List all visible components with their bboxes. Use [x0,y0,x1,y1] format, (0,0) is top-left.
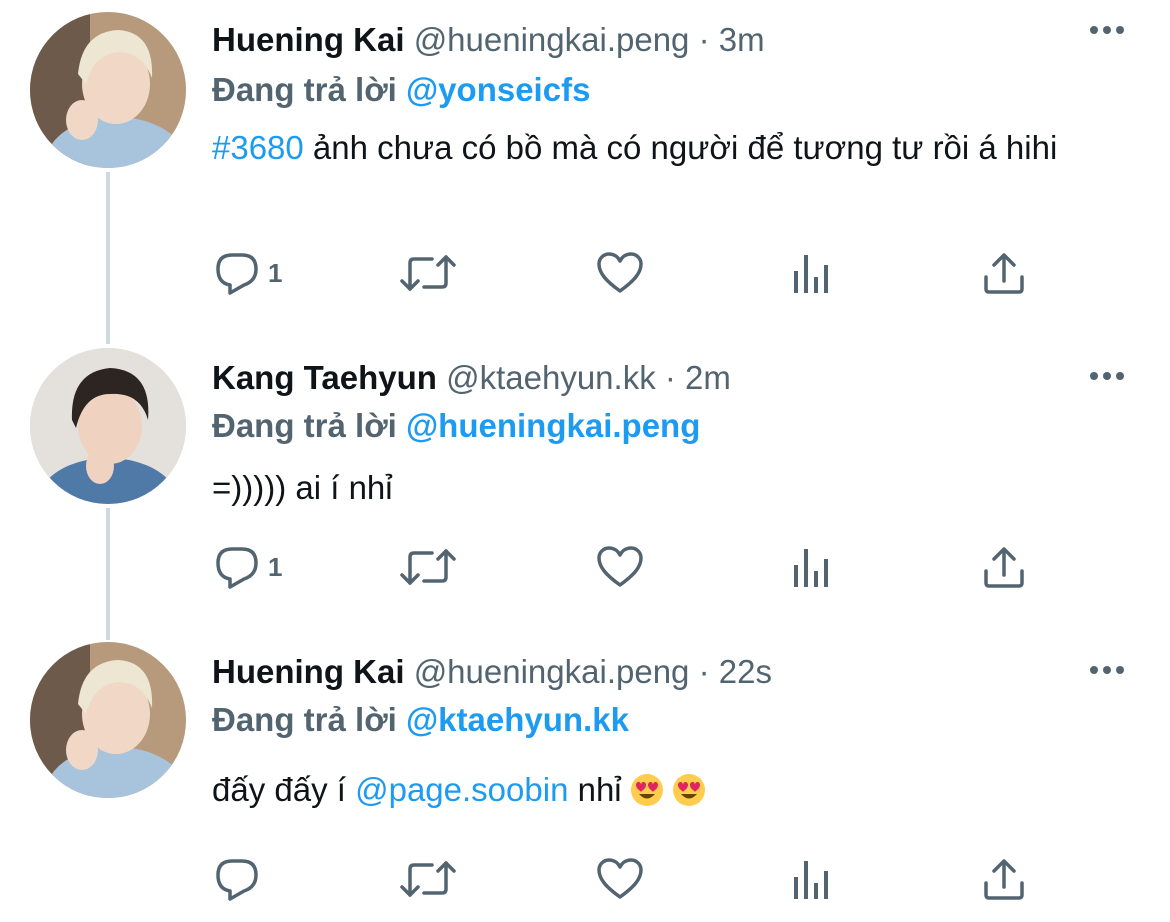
tweet-text-after: nhỉ [568,771,622,808]
display-name[interactable]: Kang Taehyun [212,359,437,396]
more-icon[interactable] [1086,660,1128,680]
share-button[interactable] [982,854,1026,904]
reply-button[interactable]: 1 [214,542,282,592]
separator-dot: · [698,21,710,58]
replying-mention[interactable]: @yonseicfs [406,71,590,108]
replying-to: Đang trả lời @ktaehyun.kk [212,700,629,740]
tweet-text-before: đấy đấy í [212,771,356,808]
reply-icon [216,859,258,901]
views-icon [794,255,828,293]
user-handle[interactable]: @ktaehyun.kk [446,359,656,396]
reply-count: 1 [268,257,283,288]
avatar[interactable] [30,642,186,798]
like-button[interactable] [596,854,644,904]
tweet-text-content: ảnh chưa có bồ mà có người để tương tư r… [303,129,1058,166]
share-button[interactable] [982,248,1026,298]
like-icon [597,858,643,899]
replying-to: Đang trả lời @yonseicfs [212,70,590,110]
replying-prefix: Đang trả lời [212,701,397,738]
timestamp[interactable]: 3m [719,21,765,58]
views-button[interactable] [792,248,832,298]
tweet-text: đấy đấy í @page.soobin nhỉ [212,768,1132,811]
views-icon [794,549,828,587]
replying-mention[interactable]: @hueningkai.peng [406,407,700,444]
views-button[interactable] [792,542,832,592]
heart-eyes-emoji [672,773,706,807]
retweet-icon [400,861,456,897]
retweet-button[interactable] [400,854,456,904]
like-icon [597,252,643,293]
reply-icon [216,547,258,589]
tweet[interactable]: Huening Kai @hueningkai.peng · 3m Đang t… [0,0,1170,340]
avatar[interactable] [30,12,186,168]
timestamp[interactable]: 22s [719,653,772,690]
more-icon[interactable] [1086,20,1128,40]
like-button[interactable] [596,542,644,592]
timestamp[interactable]: 2m [685,359,731,396]
more-icon[interactable] [1086,366,1128,386]
tweet[interactable]: Huening Kai @hueningkai.peng · 22s Đang … [0,640,1170,922]
reply-button[interactable] [214,854,268,904]
tweet-text: #3680 ảnh chưa có bồ mà có người để tươn… [212,126,1132,169]
hashtag-link[interactable]: #3680 [212,129,304,166]
reply-icon [216,253,258,295]
heart-eyes-emoji [630,773,664,807]
avatar[interactable] [30,348,186,504]
tweet[interactable]: Kang Taehyun @ktaehyun.kk · 2m Đang trả … [0,340,1170,640]
replying-prefix: Đang trả lời [212,407,397,444]
retweet-button[interactable] [400,248,456,298]
share-icon [984,859,1024,900]
separator-dot: · [698,653,710,690]
retweet-icon [400,549,456,585]
replying-to: Đang trả lời @hueningkai.peng [212,406,700,446]
reply-button[interactable]: 1 [214,248,282,298]
replying-prefix: Đang trả lời [212,71,397,108]
user-handle[interactable]: @hueningkai.peng [414,653,690,690]
share-icon [984,253,1024,294]
mention-link[interactable]: @page.soobin [355,771,568,808]
share-icon [984,547,1024,588]
share-button[interactable] [982,542,1026,592]
reply-count: 1 [268,551,283,582]
tweet-text: =))))) ai í nhỉ [212,469,393,506]
separator-dot: · [664,359,676,396]
display-name[interactable]: Huening Kai [212,21,405,58]
retweet-icon [400,255,456,291]
display-name[interactable]: Huening Kai [212,653,405,690]
user-handle[interactable]: @hueningkai.peng [414,21,690,58]
like-icon [597,546,643,587]
retweet-button[interactable] [400,542,456,592]
like-button[interactable] [596,248,644,298]
replying-mention[interactable]: @ktaehyun.kk [406,701,629,738]
views-icon [794,861,828,899]
views-button[interactable] [792,854,832,904]
